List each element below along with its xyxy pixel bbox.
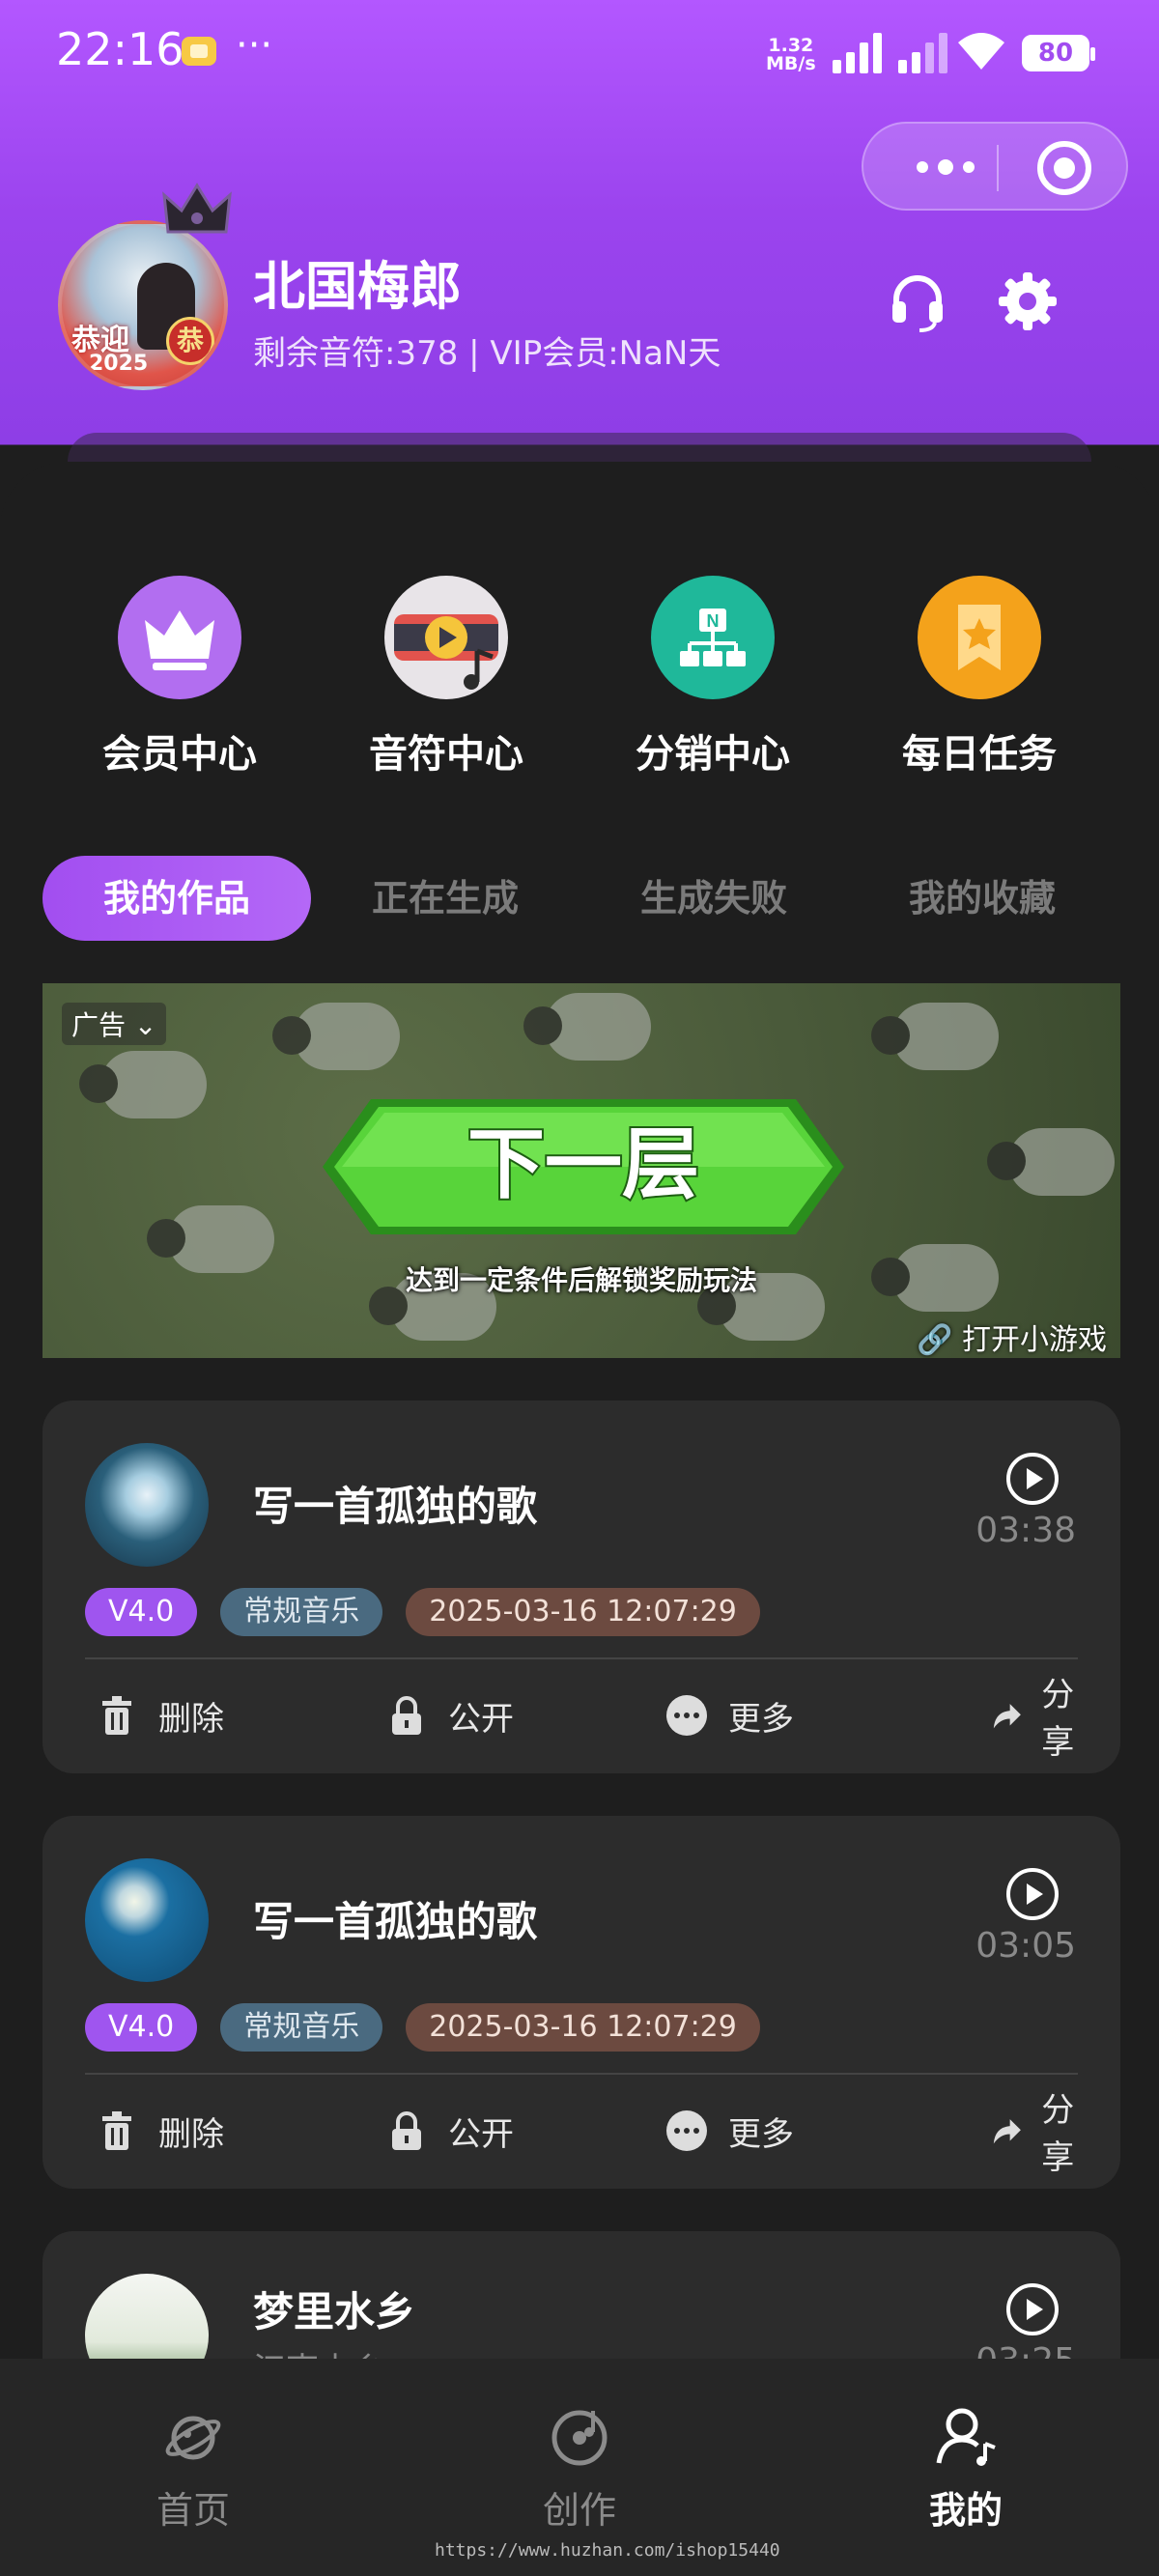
battery-icon: 80: [1022, 35, 1095, 71]
avatar-badge: 恭: [166, 317, 214, 365]
tab-generating[interactable]: 正在生成: [311, 856, 580, 941]
gear-icon[interactable]: [997, 270, 1059, 332]
user-name: 北国梅郎: [253, 256, 462, 317]
ad-label[interactable]: 广告 ⌄: [62, 1003, 167, 1045]
avatar-year: 2025: [89, 352, 149, 376]
bookmark-star-icon: [918, 576, 1041, 699]
nav-label: 我的: [928, 2489, 1003, 2532]
svg-text:N: N: [707, 611, 720, 631]
crown-icon: [118, 576, 241, 699]
capsule-close-button[interactable]: [1037, 141, 1091, 195]
quick-menu-notes[interactable]: 音符中心: [340, 576, 552, 778]
nav-mine[interactable]: 我的: [889, 2405, 1043, 2534]
song-title: 写一首孤独的歌: [253, 1483, 538, 1530]
music-note-icon: [384, 576, 508, 699]
lock-icon: [392, 1696, 421, 1735]
public-button[interactable]: 公开: [384, 2094, 514, 2167]
user-subtitle: 剩余音符:378 | VIP会员:NaN天: [253, 334, 721, 373]
date-badge: 2025-03-16 12:07:29: [406, 2003, 760, 2052]
more-icon: [666, 1695, 707, 1736]
quick-menu-label: 会员中心: [102, 732, 257, 777]
tab-my-works[interactable]: 我的作品: [42, 856, 311, 941]
tab-favorites[interactable]: 我的收藏: [848, 856, 1117, 941]
more-button[interactable]: 更多: [664, 2094, 794, 2167]
signal-icon-2: [898, 33, 952, 73]
type-badge: 常规音乐: [220, 2003, 383, 2052]
share-icon: [993, 1704, 1021, 1729]
headset-icon[interactable]: [887, 270, 948, 332]
quick-menu-label: 音符中心: [369, 732, 523, 777]
planet-icon: [165, 2416, 221, 2460]
quick-menu-label: 分销中心: [636, 732, 790, 777]
song-actions: 删除 公开 更多 分享: [85, 2091, 1078, 2177]
song-card[interactable]: 写一首孤独的歌 03:38 V4.0 常规音乐 2025-03-16 12:07…: [42, 1401, 1120, 1773]
disc-icon: [551, 2410, 608, 2466]
type-badge: 常规音乐: [220, 1588, 383, 1636]
song-tags: V4.0 常规音乐 2025-03-16 12:07:29: [85, 1588, 760, 1638]
user-music-icon: [936, 2408, 996, 2466]
quick-menu-daily-task[interactable]: 每日任务: [873, 576, 1086, 778]
quick-menu-distribution[interactable]: N 分销中心: [607, 576, 819, 778]
version-badge: V4.0: [85, 1588, 198, 1636]
song-tags: V4.0 常规音乐 2025-03-16 12:07:29: [85, 2003, 760, 2053]
capsule-more-button[interactable]: [902, 143, 989, 191]
crown-icon: [162, 183, 232, 234]
trash-icon: [102, 1696, 131, 1735]
trash-icon: [102, 2111, 131, 2150]
wifi-icon: [958, 33, 1004, 70]
tab-failed[interactable]: 生成失败: [580, 856, 848, 941]
share-button[interactable]: 分享: [991, 1676, 1088, 1762]
signal-icon: [833, 33, 887, 73]
nav-label: 首页: [155, 2489, 230, 2532]
song-actions: 删除 公开 更多 分享: [85, 1676, 1078, 1762]
song-duration: 03:05: [975, 1926, 1076, 1966]
network-speed-unit: MB/s: [766, 53, 816, 74]
lock-icon: [392, 2111, 421, 2150]
more-button[interactable]: 更多: [664, 1679, 794, 1752]
page: 22:16 ··· 1.32 MB/s 80 恭迎 2025 恭 北国梅郎 剩余…: [0, 0, 1159, 2576]
song-cover: [85, 1443, 209, 1567]
ad-open-game-link[interactable]: 🔗 打开小游戏: [917, 1316, 1107, 1358]
nav-label: 创作: [542, 2489, 616, 2532]
play-icon[interactable]: [1006, 1453, 1059, 1505]
song-card[interactable]: 写一首孤独的歌 03:05 V4.0 常规音乐 2025-03-16 12:07…: [42, 1816, 1120, 2189]
date-badge: 2025-03-16 12:07:29: [406, 1588, 760, 1636]
ad-button-text: 下一层: [467, 1119, 699, 1209]
app-notification-icon: [182, 37, 216, 66]
watermark-text: https://www.huzhan.com/ishop15440: [435, 2540, 780, 2561]
nav-home[interactable]: 首页: [116, 2405, 270, 2534]
divider: [85, 1657, 1078, 1659]
song-cover: [85, 1858, 209, 1982]
play-icon[interactable]: [1006, 2283, 1059, 2335]
avatar[interactable]: 恭迎 2025 恭: [58, 220, 228, 390]
quick-menu-member[interactable]: 会员中心: [73, 576, 286, 778]
public-button[interactable]: 公开: [384, 1679, 514, 1752]
song-title: 写一首孤独的歌: [253, 1898, 538, 1945]
ad-subtitle: 达到一定条件后解锁奖励玩法: [405, 1264, 757, 1296]
play-icon[interactable]: [1006, 1868, 1059, 1920]
ad-next-level-button[interactable]: 下一层: [284, 1080, 883, 1254]
status-time: 22:16: [56, 23, 184, 75]
delete-button[interactable]: 删除: [95, 2094, 224, 2167]
version-badge: V4.0: [85, 2003, 198, 2052]
delete-button[interactable]: 删除: [95, 1679, 224, 1752]
song-duration: 03:38: [975, 1511, 1076, 1550]
more-icon: [666, 2110, 707, 2151]
miniprogram-capsule: [862, 122, 1128, 211]
works-tabs: 我的作品 正在生成 生成失败 我的收藏: [42, 856, 1117, 943]
status-bar: 22:16 ··· 1.32 MB/s 80: [0, 0, 1159, 106]
quick-menu-label: 每日任务: [902, 732, 1057, 777]
ad-banner[interactable]: 广告 ⌄ 下一层 达到一定条件后解锁奖励玩法 🔗 打开小游戏: [42, 983, 1120, 1358]
divider: [85, 2073, 1078, 2075]
song-title: 梦里水乡: [253, 2288, 416, 2335]
status-more-dots: ···: [236, 23, 273, 68]
share-button[interactable]: 分享: [991, 2091, 1088, 2177]
nav-create[interactable]: 创作: [502, 2405, 657, 2534]
network-speed: 1.32 MB/s: [766, 37, 816, 73]
capsule-divider: [997, 145, 999, 191]
network-icon: N: [651, 576, 775, 699]
share-icon: [993, 2119, 1021, 2144]
